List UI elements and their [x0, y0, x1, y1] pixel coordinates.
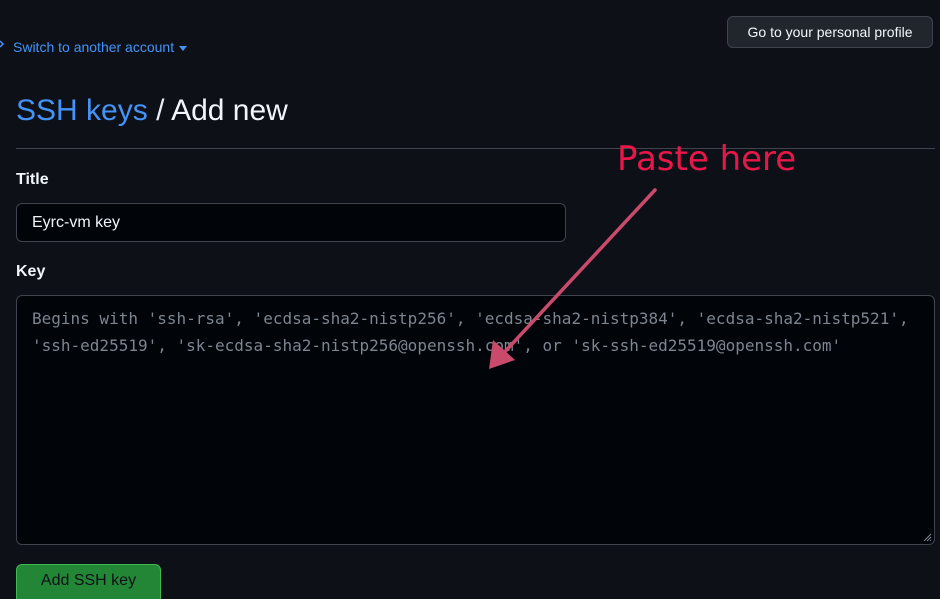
resize-grip-icon[interactable] [922, 532, 932, 542]
chevron-down-icon [179, 45, 188, 51]
key-textarea-placeholder: Begins with 'ssh-rsa', 'ecdsa-sha2-nistp… [32, 309, 909, 355]
key-textarea[interactable]: Begins with 'ssh-rsa', 'ecdsa-sha2-nistp… [16, 295, 935, 545]
personal-profile-button[interactable]: Go to your personal profile [727, 16, 933, 48]
annotation-label: Paste here [617, 139, 797, 179]
divider [16, 148, 935, 149]
page: Switch to another account Go to your per… [0, 0, 940, 599]
partial-icon [0, 38, 5, 52]
key-label: Key [16, 263, 46, 280]
breadcrumb-current: Add new [171, 94, 288, 127]
title-label: Title [16, 171, 49, 188]
breadcrumb-separator: / [156, 94, 165, 127]
breadcrumb-ssh-keys-link[interactable]: SSH keys [16, 94, 148, 127]
title-input[interactable]: Eyrc-vm key [16, 203, 566, 242]
switch-account-link[interactable]: Switch to another account [13, 38, 188, 56]
title-input-value: Eyrc-vm key [32, 213, 120, 231]
page-title: SSH keys / Add new [16, 93, 288, 129]
switch-account-label: Switch to another account [13, 39, 175, 55]
add-ssh-key-button[interactable]: Add SSH key [16, 564, 161, 599]
